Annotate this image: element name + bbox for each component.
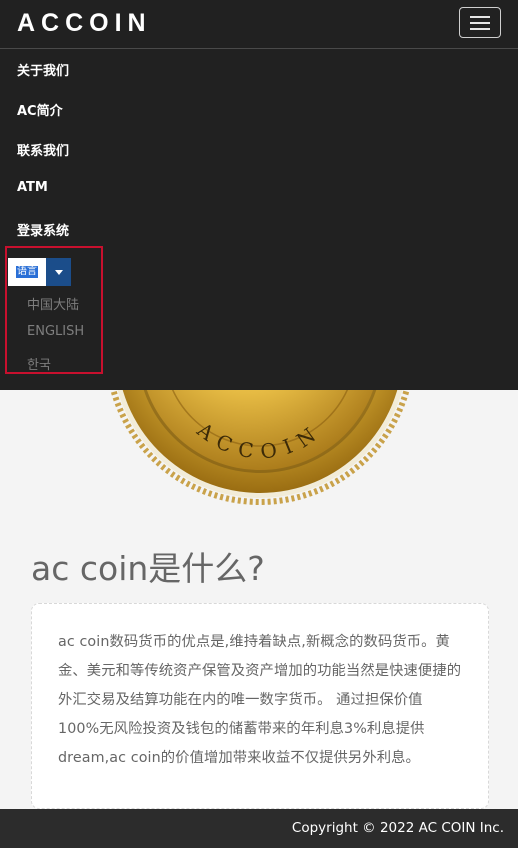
footer: Copyright © 2022 AC COIN Inc. <box>0 809 518 848</box>
nav-item-login[interactable]: 登录系统 <box>17 220 69 239</box>
page-title: ac coin是什么? <box>31 549 265 588</box>
nav-item-atm[interactable]: ATM <box>17 180 48 195</box>
navbar-header: ACCOIN <box>0 0 518 49</box>
language-button-label: 语言 <box>16 266 38 278</box>
language-dropdown-toggle[interactable] <box>46 258 71 286</box>
description-card: ac coin数码货币的优点是,维持着缺点,新概念的数码货币。黄金、美元和等传统… <box>31 603 489 809</box>
language-option-english[interactable]: ENGLISH <box>27 324 84 339</box>
nav-item-about[interactable]: 关于我们 <box>17 60 69 79</box>
nav-item-ac-intro[interactable]: AC简介 <box>17 100 63 119</box>
language-button[interactable]: 语言 <box>8 258 46 286</box>
language-option-korean[interactable]: 한국 <box>27 354 51 373</box>
brand-logo[interactable]: ACCOIN <box>17 9 152 38</box>
language-option-chinese[interactable]: 中国大陆 <box>27 294 79 313</box>
hamburger-icon <box>470 16 490 18</box>
caret-down-icon <box>54 269 63 275</box>
copyright-text: Copyright © 2022 AC COIN Inc. <box>291 820 504 836</box>
menu-toggle-button[interactable] <box>459 7 501 38</box>
description-text: ac coin数码货币的优点是,维持着缺点,新概念的数码货币。黄金、美元和等传统… <box>58 634 462 766</box>
navbar: ACCOIN 关于我们 AC简介 联系我们 ATM 登录系统 语言 中国大陆 E… <box>0 0 518 390</box>
nav-item-contact[interactable]: 联系我们 <box>17 140 69 159</box>
